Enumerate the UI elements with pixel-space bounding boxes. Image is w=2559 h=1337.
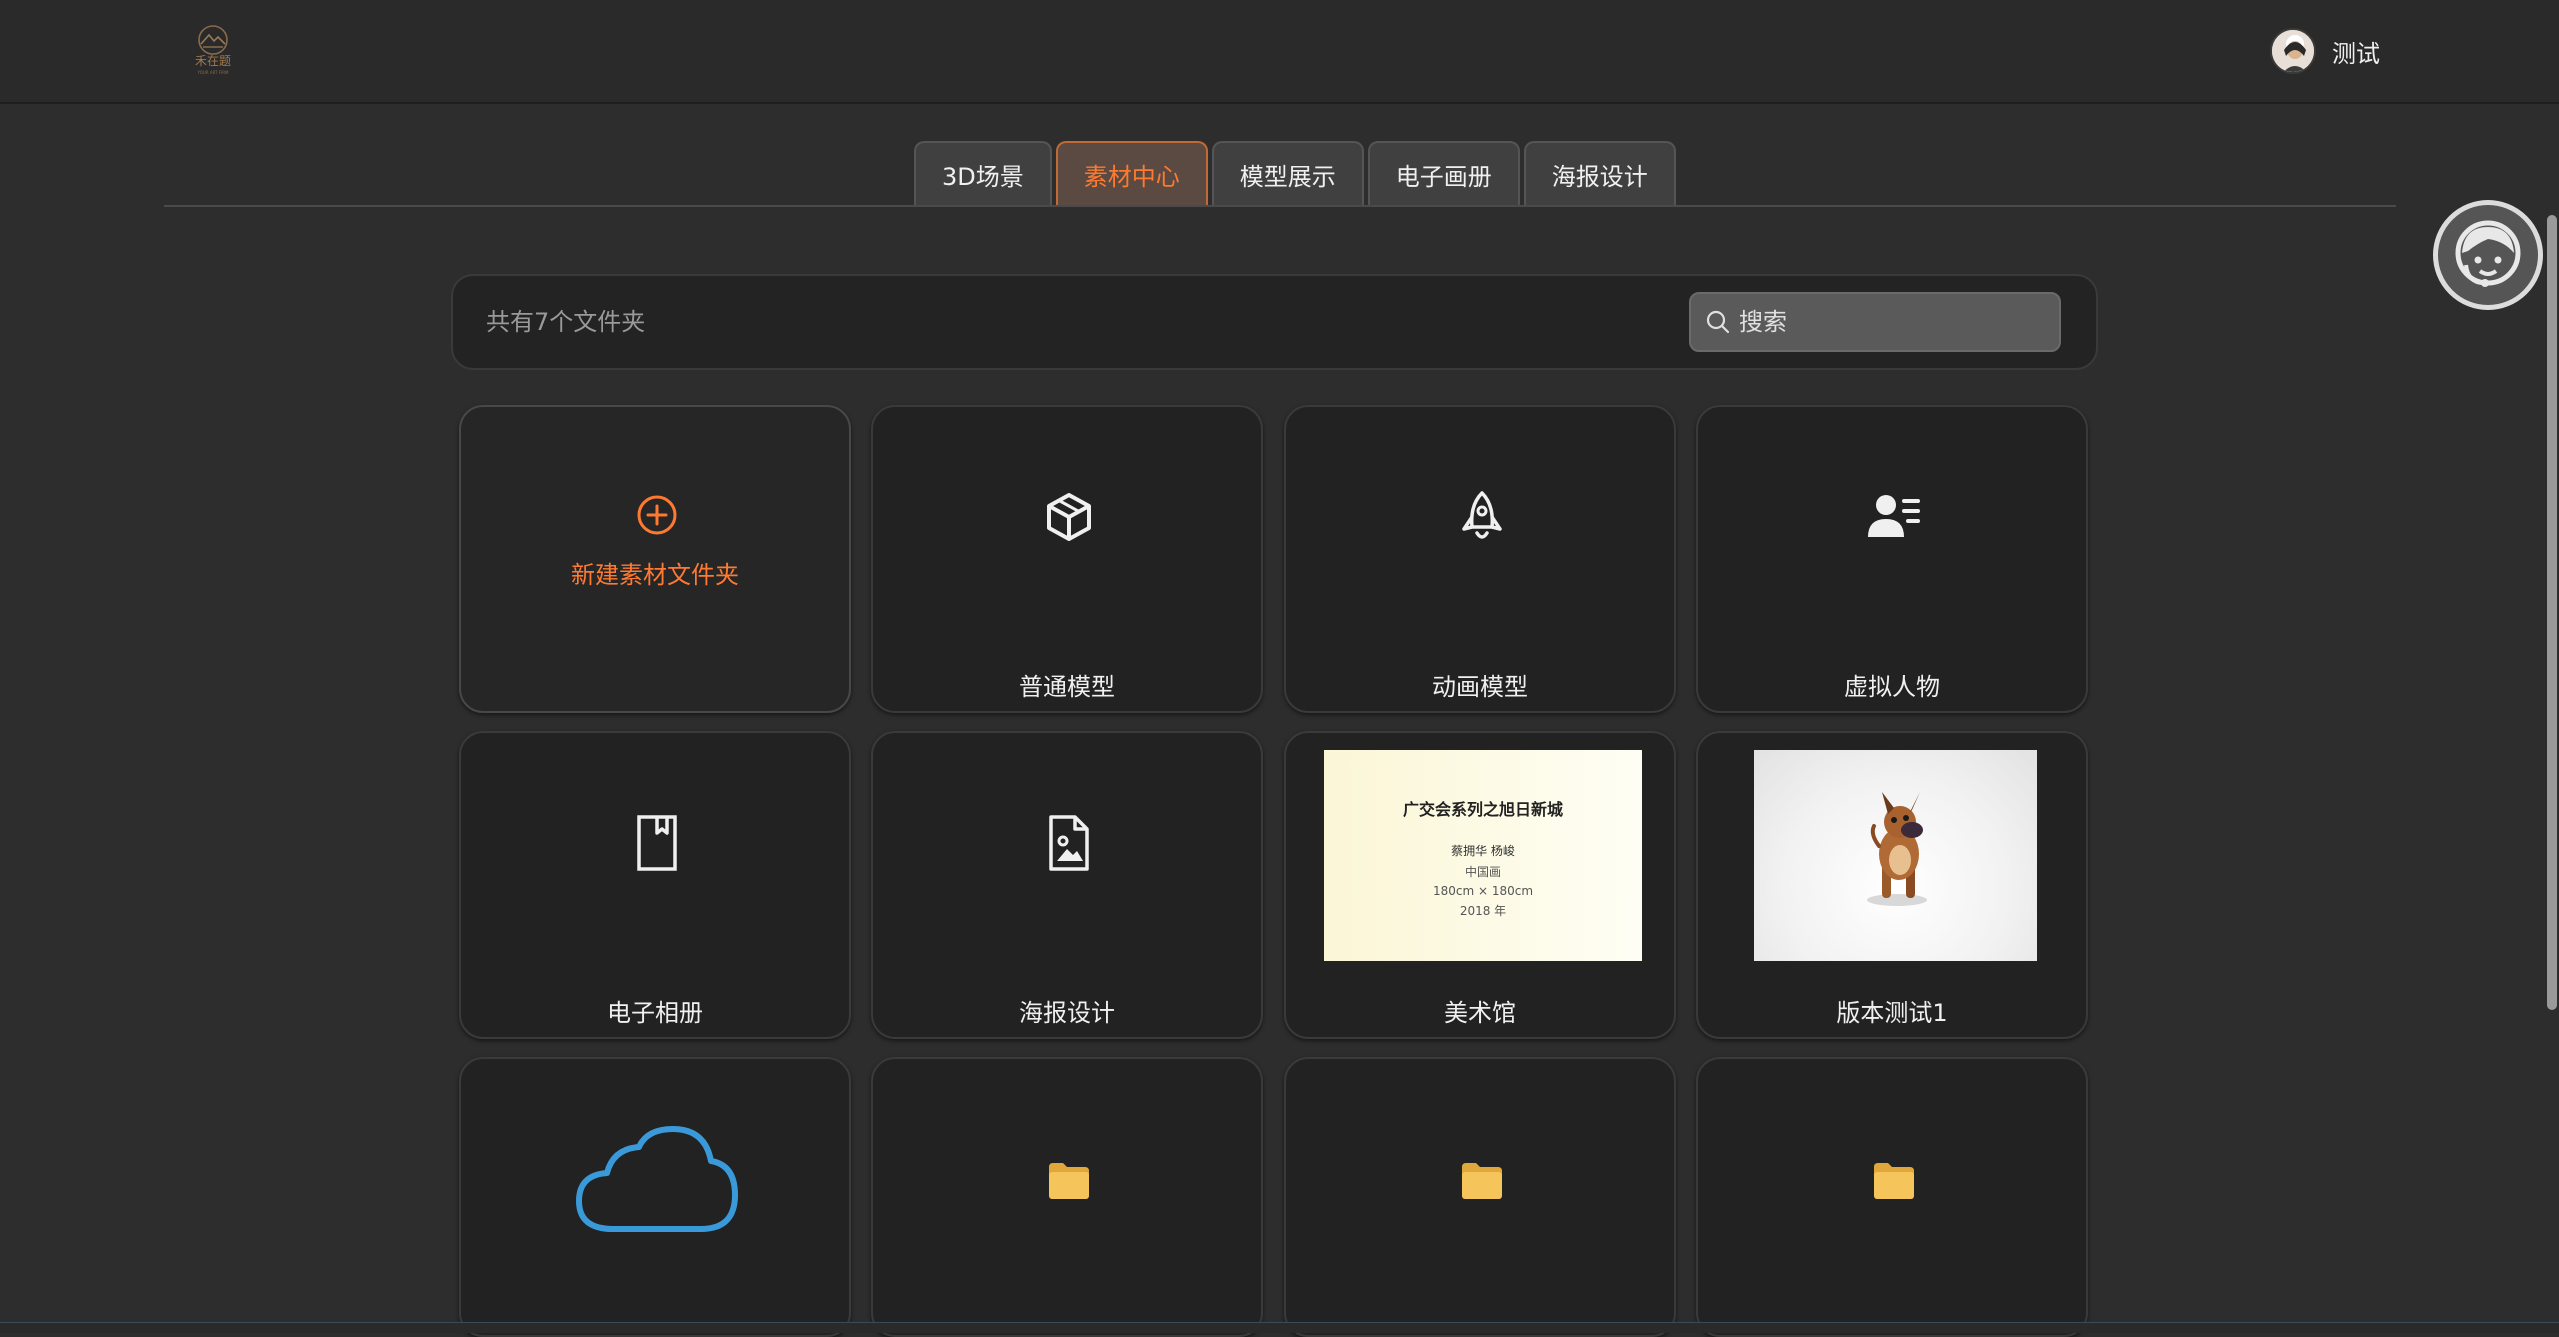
- search-box[interactable]: [1689, 292, 2061, 352]
- folder-label: 虚拟人物: [1844, 673, 1940, 701]
- tab-3d-scene[interactable]: 3D场景: [914, 141, 1052, 205]
- avatar[interactable]: [2270, 28, 2316, 74]
- tab-poster-design[interactable]: 海报设计: [1523, 141, 1676, 205]
- image-file-icon: [1049, 815, 1089, 871]
- bottom-edge: [0, 1322, 2559, 1333]
- folder-label: 海报设计: [1019, 999, 1115, 1027]
- folder-card-art-museum[interactable]: 广交会系列之旭日新城 蔡拥华 杨峻 中国画 180cm × 180cm 2018…: [1284, 731, 1676, 1039]
- svg-text:YOUR ART FIRM: YOUR ART FIRM: [196, 70, 229, 75]
- tab-material-center[interactable]: 素材中心: [1055, 141, 1208, 205]
- main-tabs: 3D场景 素材中心 模型展示 电子画册 海报设计: [914, 141, 1676, 205]
- folder-label: 美术馆: [1444, 999, 1516, 1027]
- search-icon: [1706, 310, 1730, 334]
- folder-card[interactable]: [871, 1057, 1263, 1337]
- user-name[interactable]: 测试: [2332, 34, 2380, 69]
- rocket-icon: [1462, 491, 1502, 539]
- folder-count: 共有7个文件夹: [486, 308, 646, 336]
- folder-label: 动画模型: [1432, 673, 1528, 701]
- folder-card[interactable]: [1696, 1057, 2088, 1337]
- folder-card-normal-model[interactable]: 普通模型: [871, 405, 1263, 713]
- folder-label: 电子相册: [607, 999, 703, 1027]
- new-folder-label: 新建素材文件夹: [571, 561, 739, 589]
- svg-text:禾在题: 禾在题: [195, 54, 231, 68]
- dog-model-image: [1867, 792, 1927, 906]
- user-menu[interactable]: 测试: [2270, 26, 2380, 76]
- dog-model-thumbnail: [1754, 750, 2037, 961]
- folder-card-version-test[interactable]: 版本测试1: [1696, 731, 2088, 1039]
- bookmark-icon: [637, 815, 677, 871]
- folder-card-animation-model[interactable]: 动画模型: [1284, 405, 1676, 713]
- folder-card-e-album[interactable]: 电子相册: [459, 731, 851, 1039]
- tab-model-showcase[interactable]: 模型展示: [1211, 141, 1364, 205]
- cloud-icon: [576, 1126, 738, 1232]
- brand-logo[interactable]: 禾在题 YOUR ART FIRM: [183, 20, 243, 78]
- new-folder-card[interactable]: 新建素材文件夹: [459, 405, 851, 713]
- poster-title: 广交会系列之旭日新城: [1402, 800, 1563, 819]
- tab-e-album[interactable]: 电子画册: [1367, 141, 1520, 205]
- top-bar: 禾在题 YOUR ART FIRM 测试: [0, 0, 2559, 104]
- plus-circle-icon: [637, 495, 677, 535]
- search-input[interactable]: [1737, 307, 2041, 337]
- poster-size: 180cm × 180cm: [1432, 884, 1534, 898]
- folder-icon: [1049, 1163, 1089, 1199]
- user-list-icon: [1868, 495, 1920, 537]
- folder-icon: [1462, 1163, 1502, 1199]
- folder-toolbar: 共有7个文件夹: [451, 274, 2098, 370]
- poster-authors: 蔡拥华 杨峻: [1451, 844, 1515, 858]
- folder-label: 版本测试1: [1836, 999, 1948, 1027]
- tab-divider: [164, 205, 2396, 207]
- poster-medium: 中国画: [1464, 865, 1501, 879]
- folder-card[interactable]: [1284, 1057, 1676, 1337]
- folder-label: 普通模型: [1019, 673, 1115, 701]
- folder-icon: [1874, 1163, 1914, 1199]
- cube-icon: [1047, 493, 1091, 541]
- customer-service-icon: [2455, 220, 2521, 287]
- poster-year: 2018 年: [1459, 904, 1507, 918]
- folder-card-poster-design[interactable]: 海报设计: [871, 731, 1263, 1039]
- folder-card-cloud[interactable]: [459, 1057, 851, 1337]
- folder-card-virtual-human[interactable]: 虚拟人物: [1696, 405, 2088, 713]
- poster-thumbnail: 广交会系列之旭日新城 蔡拥华 杨峻 中国画 180cm × 180cm 2018…: [1324, 750, 1642, 961]
- page-scrollbar[interactable]: [2547, 215, 2557, 1010]
- customer-service-button[interactable]: [2433, 200, 2543, 310]
